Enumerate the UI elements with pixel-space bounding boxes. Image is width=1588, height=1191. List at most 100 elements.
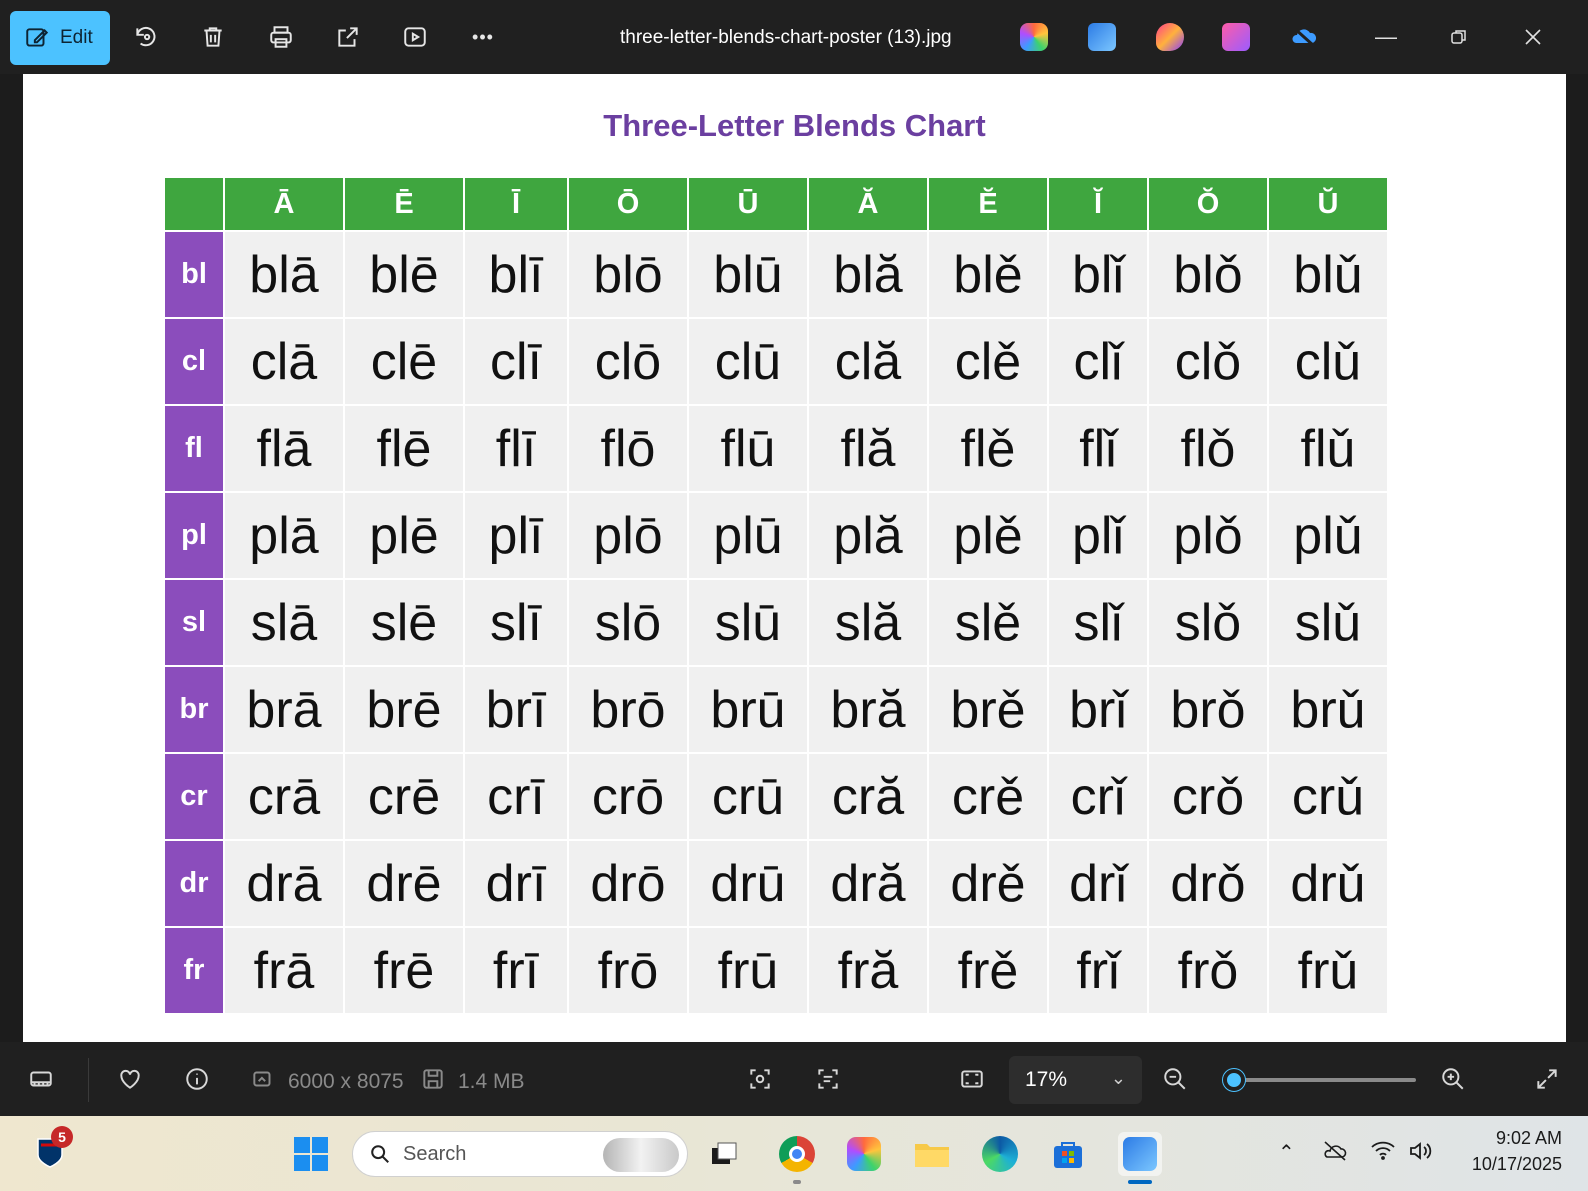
blend-cell: slă	[807, 578, 929, 667]
blend-cell: plă	[807, 491, 929, 580]
blend-cell: slō	[567, 578, 689, 667]
blend-cell: brǒ	[1147, 665, 1269, 754]
blend-cell: crǐ	[1047, 752, 1149, 841]
blend-cell: fră	[807, 926, 929, 1015]
vowel-header: Ĕ	[927, 176, 1049, 232]
search-icon	[371, 1145, 389, 1163]
visual-search-button[interactable]	[745, 1064, 775, 1094]
blend-cell: frū	[687, 926, 809, 1015]
store-app[interactable]	[1046, 1132, 1090, 1176]
blend-cell: frā	[223, 926, 345, 1015]
file-title: three-letter-blends-chart-poster (13).jp…	[620, 27, 952, 48]
vowel-header: Ō	[567, 176, 689, 232]
blend-cell: crě	[927, 752, 1049, 841]
blend-cell: flū	[687, 404, 809, 493]
system-clock[interactable]: 9:02 AM 10/17/2025	[1452, 1125, 1562, 1177]
task-view-icon	[712, 1142, 737, 1164]
blend-cell: flě	[927, 404, 1049, 493]
clock-date: 10/17/2025	[1471, 1154, 1562, 1174]
photos-app[interactable]	[1118, 1132, 1162, 1176]
blend-cell: clǐ	[1047, 317, 1149, 406]
zoom-in-button[interactable]	[1438, 1064, 1468, 1094]
taskbar-search[interactable]: Search	[352, 1131, 688, 1177]
rotate-button[interactable]	[131, 22, 161, 52]
blend-row: cl clā clē clī clō clū clă clě clǐ clǒ clǔ	[163, 317, 1389, 406]
filmstrip-button[interactable]	[26, 1064, 56, 1094]
blend-label: cl	[163, 317, 225, 406]
blend-row: bl blā blē blī blō blū blă blě blǐ blǒ blǔ	[163, 230, 1389, 319]
photos-edit-icon[interactable]	[1088, 23, 1116, 51]
file-explorer-app[interactable]	[910, 1132, 954, 1176]
blend-cell: plā	[223, 491, 345, 580]
share-button[interactable]	[333, 22, 363, 52]
volume-icon[interactable]	[1408, 1140, 1434, 1168]
zoom-slider[interactable]	[1222, 1069, 1416, 1091]
blend-cell: drǔ	[1267, 839, 1389, 928]
task-view-button[interactable]	[702, 1132, 746, 1176]
blend-cell: slā	[223, 578, 345, 667]
search-highlight-image	[603, 1138, 679, 1172]
blend-cell: frě	[927, 926, 1049, 1015]
store-icon	[1054, 1142, 1082, 1168]
scan-icon	[750, 1069, 770, 1089]
edge-icon	[982, 1136, 1018, 1172]
close-button[interactable]	[1518, 22, 1548, 52]
blend-row: fl flā flē flī flō flū flă flě flǐ flǒ flǔ	[163, 404, 1389, 493]
image-viewer[interactable]: Three-Letter Blends Chart ĀĒĪŌŪĂĔĬŎŬ bl b…	[0, 74, 1588, 1042]
rotate-icon	[136, 26, 156, 47]
blend-cell: flō	[567, 404, 689, 493]
minimize-button[interactable]: —	[1371, 22, 1401, 52]
delete-button[interactable]	[198, 22, 228, 52]
zoom-level-dropdown[interactable]: 17% ⌄	[1009, 1056, 1142, 1104]
edit-button[interactable]: Edit	[10, 11, 110, 65]
blend-cell: blā	[223, 230, 345, 319]
expand-icon	[1537, 1069, 1557, 1089]
blend-cell: plě	[927, 491, 1049, 580]
fullscreen-button[interactable]	[1532, 1064, 1562, 1094]
blend-cell: clē	[343, 317, 465, 406]
blend-label: bl	[163, 230, 225, 319]
blend-cell: drū	[687, 839, 809, 928]
favorite-button[interactable]	[115, 1064, 145, 1094]
search-placeholder: Search	[403, 1142, 467, 1165]
onedrive-tray-icon[interactable]	[1322, 1140, 1348, 1168]
zoom-slider-thumb[interactable]	[1222, 1069, 1245, 1091]
file-info-button[interactable]	[182, 1064, 212, 1094]
zoom-out-button[interactable]	[1160, 1064, 1190, 1094]
show-hidden-icons-button[interactable]: ⌃	[1278, 1140, 1295, 1165]
blend-cell: blă	[807, 230, 929, 319]
wifi-icon[interactable]	[1370, 1140, 1396, 1166]
blend-cell: clǒ	[1147, 317, 1269, 406]
scan-text-button[interactable]	[813, 1064, 843, 1094]
slideshow-button[interactable]	[400, 22, 430, 52]
vowel-header: Ă	[807, 176, 929, 232]
edit-button-label: Edit	[60, 27, 93, 48]
fit-to-window-button[interactable]	[957, 1064, 987, 1094]
photos-icon	[1123, 1137, 1157, 1171]
more-options-button[interactable]: •••	[468, 22, 498, 52]
edge-app[interactable]	[978, 1132, 1022, 1176]
copilot-icon[interactable]	[1020, 23, 1048, 51]
blend-cell: flă	[807, 404, 929, 493]
blend-cell: blū	[687, 230, 809, 319]
blend-cell: clō	[567, 317, 689, 406]
start-button[interactable]	[289, 1132, 333, 1176]
blend-cell: drǒ	[1147, 839, 1269, 928]
minimize-icon: —	[1375, 24, 1397, 49]
chrome-app[interactable]	[775, 1132, 819, 1176]
blend-cell: blō	[567, 230, 689, 319]
blend-cell: blē	[343, 230, 465, 319]
blend-row: br brā brē brī brō brū bră brě brǐ brǒ brǔ	[163, 665, 1389, 754]
copilot-app[interactable]	[842, 1132, 886, 1176]
blend-cell: flē	[343, 404, 465, 493]
printer-icon	[270, 26, 292, 48]
edit-icon	[26, 28, 49, 47]
designer-icon[interactable]	[1156, 23, 1184, 51]
restore-button[interactable]	[1444, 22, 1474, 52]
print-button[interactable]	[266, 22, 296, 52]
blend-label: dr	[163, 839, 225, 928]
onedrive-off-icon[interactable]	[1290, 23, 1318, 51]
clipchamp-icon[interactable]	[1222, 23, 1250, 51]
blend-cell: brǔ	[1267, 665, 1389, 754]
blend-cell: slē	[343, 578, 465, 667]
